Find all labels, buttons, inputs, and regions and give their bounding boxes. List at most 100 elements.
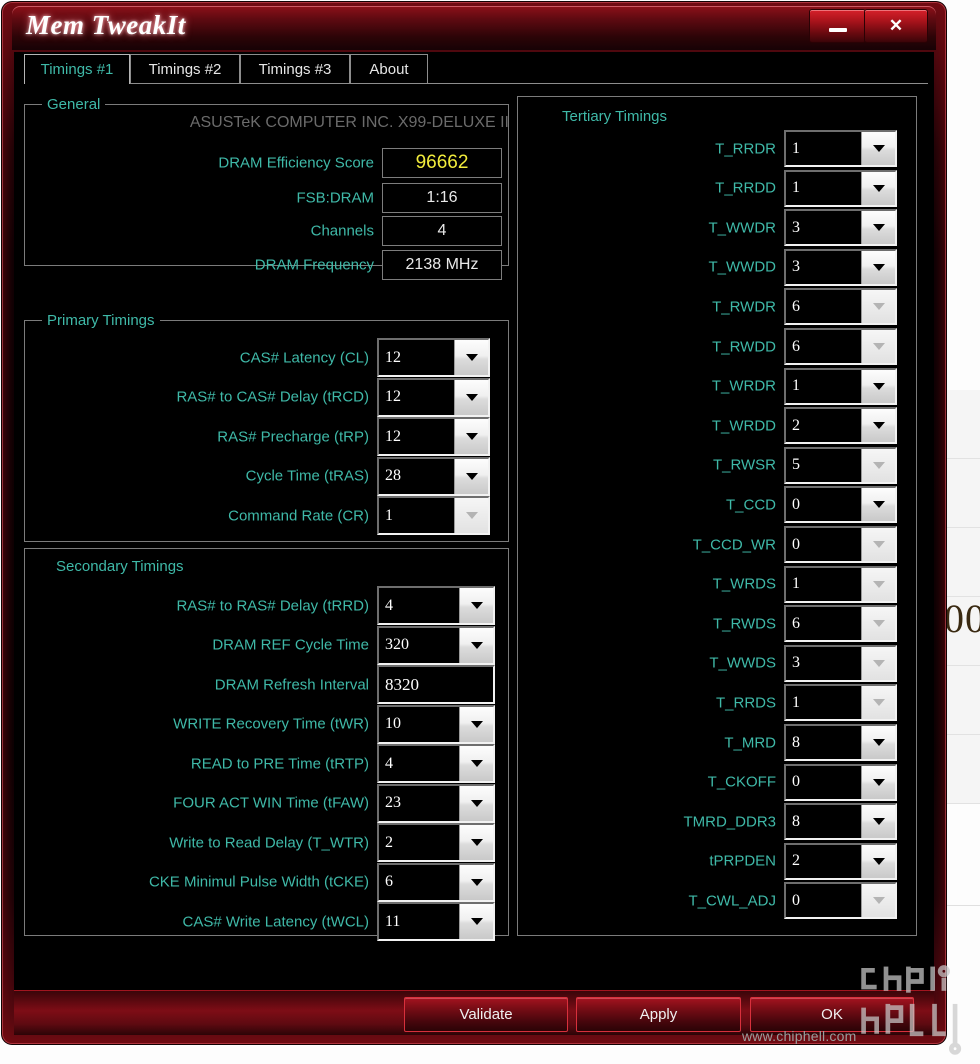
timing-combobox[interactable]: 3 (784, 248, 897, 286)
combobox-value: 6 (792, 614, 800, 632)
field-label: T_RRDS (715, 694, 776, 712)
chevron-down-icon[interactable] (459, 746, 493, 781)
tab-timings-3[interactable]: Timings #3 (240, 54, 350, 84)
chevron-down-icon[interactable] (861, 805, 895, 839)
combobox-value: 0 (792, 891, 800, 909)
timing-combobox[interactable]: 23 (377, 783, 495, 823)
field-label: FOUR ACT WIN Time (tFAW) (173, 794, 369, 812)
background-divider (940, 905, 980, 906)
timing-combobox[interactable]: 0 (784, 763, 897, 801)
background-row (940, 528, 980, 597)
chevron-down-icon[interactable] (454, 379, 488, 415)
timing-combobox[interactable]: 10 (377, 704, 495, 744)
field-label: T_CWL_ADJ (688, 892, 776, 910)
chevron-down-icon[interactable] (861, 369, 895, 403)
timing-combobox[interactable]: 0 (784, 486, 897, 524)
timing-combobox[interactable]: 3 (784, 209, 897, 247)
timing-combobox[interactable]: 1 (784, 130, 897, 167)
timing-combobox[interactable]: 4 (377, 586, 495, 625)
title-bar[interactable]: Mem TweakIt ✕ (12, 6, 936, 50)
chevron-down-icon[interactable] (861, 726, 895, 759)
primary-timings-legend: Primary Timings (42, 312, 160, 329)
chevron-down-icon[interactable] (861, 844, 895, 878)
field-label: Cycle Time (tRAS) (245, 467, 369, 485)
chevron-down-icon[interactable] (861, 488, 895, 522)
combobox-value: 23 (385, 794, 401, 811)
field-label: RAS# to CAS# Delay (tRCD) (176, 388, 369, 406)
combobox-value: 320 (385, 636, 409, 653)
validate-button[interactable]: Validate (404, 997, 568, 1032)
combobox-value: 3 (792, 218, 800, 236)
combobox-value: 12 (385, 388, 401, 405)
field-label: T_RWDD (712, 338, 776, 355)
tab-strip: Timings #1 Timings #2 Timings #3 About (24, 54, 928, 84)
timing-combobox: 1 (784, 565, 897, 603)
dram-refresh-interval-input[interactable]: 8320 (377, 665, 495, 704)
timing-combobox[interactable]: 1 (784, 169, 897, 207)
timing-combobox: 6 (784, 605, 897, 643)
combobox-value: 6 (792, 297, 800, 315)
background-rows (940, 390, 980, 804)
tab-timings-2[interactable]: Timings #2 (130, 54, 240, 84)
timing-combobox[interactable]: 12 (377, 377, 490, 417)
chevron-down-icon[interactable] (454, 458, 488, 494)
timing-combobox[interactable]: 11 (377, 902, 495, 941)
chevron-down-icon[interactable] (861, 250, 895, 284)
timing-combobox[interactable]: 2 (784, 842, 897, 880)
combobox-value: 4 (385, 596, 393, 614)
field-label: CAS# Write Latency (tWCL) (182, 913, 369, 930)
timing-combobox[interactable]: 12 (377, 417, 490, 456)
tab-timings-1[interactable]: Timings #1 (24, 54, 130, 84)
chevron-down-icon[interactable] (861, 765, 895, 799)
timing-combobox[interactable]: 12 (377, 338, 490, 377)
field-label: Write to Read Delay (T_WTR) (169, 834, 369, 851)
timing-combobox[interactable]: 320 (377, 625, 495, 665)
chevron-down-icon[interactable] (861, 211, 895, 245)
timing-combobox[interactable]: 4 (377, 744, 495, 783)
chevron-down-icon[interactable] (459, 627, 493, 663)
chevron-down-icon[interactable] (861, 132, 895, 165)
site-url-text: www.chiphell.com (742, 1028, 857, 1044)
timing-combobox[interactable]: 2 (377, 823, 495, 862)
mem-tweakit-window: Mem TweakIt ✕ Timings #1 Timings #2 Timi… (2, 2, 946, 1044)
timing-combobox: 1 (377, 496, 490, 535)
field-label: T_RWDR (712, 298, 776, 316)
minimize-button[interactable] (809, 9, 866, 43)
chevron-down-icon (861, 290, 895, 324)
chevron-down-icon (861, 884, 895, 918)
chevron-down-icon[interactable] (454, 419, 488, 454)
field-label: TMRD_DDR3 (683, 813, 776, 831)
field-label: RAS# to RAS# Delay (tRRD) (176, 597, 369, 614)
tab-about[interactable]: About (350, 54, 428, 84)
timing-combobox[interactable]: 1 (784, 367, 897, 405)
field-label: DRAM Frequency (254, 256, 374, 274)
combobox-value: 8 (792, 812, 800, 830)
background-row (940, 459, 980, 528)
field-label: T_CCD (725, 496, 776, 514)
field-label: T_WRDD (711, 417, 776, 435)
timing-combobox[interactable]: 8 (784, 803, 897, 841)
combobox-value: 6 (792, 337, 800, 355)
chevron-down-icon[interactable] (459, 904, 493, 939)
chevron-down-icon[interactable] (454, 340, 488, 375)
timing-combobox: 3 (784, 644, 897, 682)
combobox-value: 3 (792, 654, 800, 672)
timing-combobox[interactable]: 28 (377, 456, 490, 496)
chevron-down-icon[interactable] (459, 864, 493, 900)
general-legend: General (42, 96, 106, 113)
chevron-down-icon[interactable] (459, 825, 493, 860)
close-button[interactable]: ✕ (864, 9, 928, 43)
chevron-down-icon[interactable] (861, 171, 895, 205)
chevron-down-icon[interactable] (459, 588, 493, 623)
chevron-down-icon (861, 330, 895, 363)
chevron-down-icon[interactable] (459, 785, 493, 821)
timing-combobox[interactable]: 6 (377, 862, 495, 902)
field-label: T_RRDD (715, 179, 776, 197)
timing-combobox[interactable]: 8 (784, 724, 897, 761)
chevron-down-icon[interactable] (459, 706, 493, 742)
background-row (940, 735, 980, 804)
apply-button[interactable]: Apply (576, 997, 741, 1032)
chevron-down-icon (861, 646, 895, 680)
chevron-down-icon[interactable] (861, 409, 895, 443)
timing-combobox[interactable]: 2 (784, 407, 897, 445)
